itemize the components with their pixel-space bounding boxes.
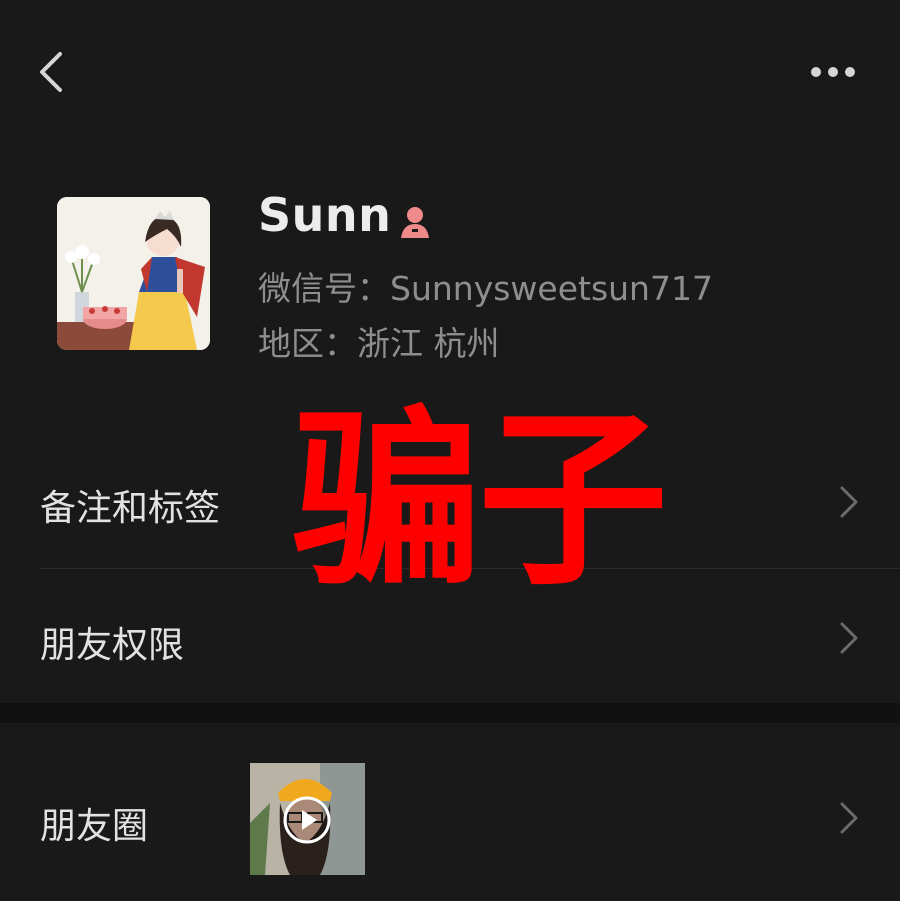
profile-header: Sunn 微信号：Sunnysweetsun717 地区：浙江 杭州 xyxy=(0,180,900,370)
female-icon xyxy=(401,207,429,238)
menu-item-moments[interactable]: 朋友圈 xyxy=(0,723,900,901)
region: 地区：浙江 杭州 xyxy=(258,324,500,363)
chevron-right-icon xyxy=(840,622,858,654)
more-dots-icon xyxy=(811,67,855,77)
play-icon xyxy=(283,796,331,844)
menu-item-label: 备注和标签 xyxy=(40,488,221,529)
menu-item-label: 朋友权限 xyxy=(40,625,185,666)
profile-name: Sunn xyxy=(258,188,392,242)
chevron-right-icon xyxy=(840,486,858,518)
scammer-overlay-text: 骗子 xyxy=(292,388,668,611)
top-bar xyxy=(0,0,900,140)
menu-item-label: 朋友圈 xyxy=(40,806,149,847)
section-divider xyxy=(0,703,900,723)
wechat-id: 微信号：Sunnysweetsun717 xyxy=(258,269,713,308)
avatar-illustration xyxy=(57,197,210,350)
avatar[interactable] xyxy=(57,197,210,350)
chevron-right-icon xyxy=(840,802,858,834)
back-button[interactable] xyxy=(30,42,80,102)
more-options-button[interactable] xyxy=(800,50,870,94)
moments-video-thumbnail[interactable] xyxy=(250,763,365,875)
chevron-left-icon xyxy=(40,52,62,92)
